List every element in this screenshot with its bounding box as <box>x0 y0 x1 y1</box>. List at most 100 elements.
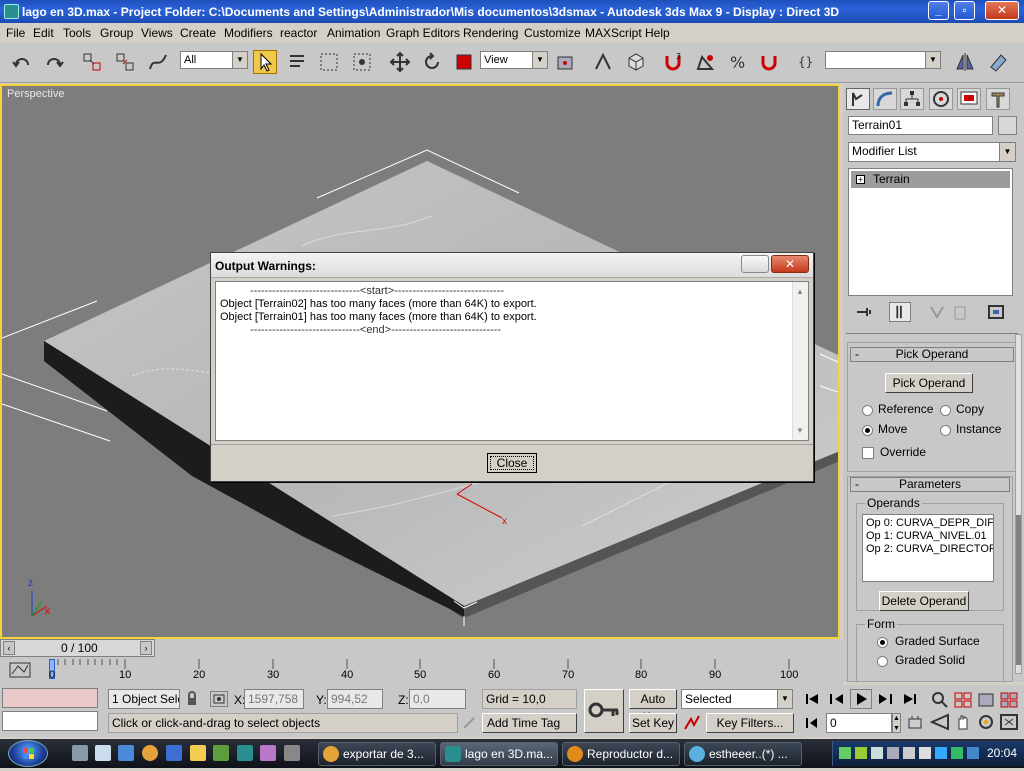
menu-customize[interactable]: Customize <box>524 26 581 40</box>
key-mode-toggle[interactable] <box>804 715 820 731</box>
stack-item-terrain[interactable]: + Terrain <box>851 171 1010 188</box>
tray-icon[interactable] <box>839 747 851 759</box>
next-frame-icon[interactable]: › <box>140 641 152 655</box>
expand-icon[interactable]: + <box>856 175 865 184</box>
open-mini-curve-editor-button[interactable] <box>8 661 34 679</box>
tray-icon[interactable] <box>951 747 963 759</box>
dialog-close-button[interactable]: Close <box>487 453 537 473</box>
radio-graded-surface[interactable] <box>877 637 888 648</box>
default-tangents-button[interactable] <box>682 713 702 733</box>
scrollbar-thumb[interactable] <box>1016 515 1021 665</box>
command-panel-scrollbar[interactable] <box>1015 334 1022 674</box>
quicklaunch-icon[interactable] <box>72 745 88 761</box>
menu-help[interactable]: Help <box>645 26 670 40</box>
select-and-link-button[interactable] <box>80 50 104 74</box>
add-time-tag-button[interactable]: Add Time Tag <box>482 713 577 733</box>
quicklaunch-icon[interactable] <box>166 745 182 761</box>
show-end-result-button[interactable] <box>889 302 911 322</box>
y-coord-field[interactable]: 994,52 <box>327 689 383 709</box>
play-button[interactable] <box>850 689 872 709</box>
track-bar[interactable]: 0 10 20 30 40 50 60 70 80 90 100 <box>0 657 843 685</box>
app-icon[interactable] <box>4 4 19 19</box>
selection-filter-dropdown[interactable]: All ▼ <box>180 51 248 69</box>
tray-icon[interactable] <box>967 747 979 759</box>
z-coord-field[interactable]: 0,0 <box>409 689 466 709</box>
dialog-title-bar[interactable]: Output Warnings: ✕ <box>211 253 813 278</box>
operands-list[interactable]: Op 0: CURVA_DEPR_DIF Op 1: CURVA_NIVEL.0… <box>862 514 994 582</box>
spinner-snap-button[interactable] <box>757 50 781 74</box>
delete-operand-button[interactable]: Delete Operand <box>879 591 969 611</box>
maxscript-input[interactable] <box>2 711 98 731</box>
pick-operand-button[interactable]: Pick Operand <box>885 373 973 393</box>
parameters-header[interactable]: - Parameters <box>850 477 1010 492</box>
pick-operand-header[interactable]: - Pick Operand <box>850 347 1014 362</box>
menu-maxscript[interactable]: MAXScript <box>585 26 642 40</box>
menu-animation[interactable]: Animation <box>327 26 380 40</box>
menu-rendering[interactable]: Rendering <box>463 26 518 40</box>
tray-icon[interactable] <box>871 747 883 759</box>
x-coord-field[interactable]: 1597,758 <box>244 689 304 709</box>
quicklaunch-icon[interactable] <box>95 745 111 761</box>
unlink-selection-button[interactable] <box>113 50 137 74</box>
list-item[interactable]: Op 0: CURVA_DEPR_DIF <box>866 517 993 530</box>
quicklaunch-icon[interactable] <box>260 745 276 761</box>
auto-key-button[interactable]: Auto Key <box>629 689 677 724</box>
scroll-down-icon[interactable]: ▼ <box>796 424 804 437</box>
zoom-extents-button[interactable] <box>976 691 996 709</box>
maxscript-listener-mini[interactable] <box>2 688 98 708</box>
radio-copy[interactable] <box>940 405 951 416</box>
selection-lock-button[interactable] <box>184 691 200 707</box>
reference-coord-dropdown[interactable]: View ▼ <box>480 51 548 69</box>
menu-modifiers[interactable]: Modifiers <box>224 26 273 40</box>
remove-modifier-button[interactable] <box>949 302 971 322</box>
prev-frame-icon[interactable]: ‹ <box>3 641 15 655</box>
dialog-close-icon[interactable]: ✕ <box>771 255 809 273</box>
timeline-ruler[interactable]: 0 10 20 30 40 50 60 70 80 90 100 <box>44 659 804 683</box>
zoom-button[interactable] <box>930 691 950 709</box>
frame-spinner[interactable]: ▲ ▼ <box>892 713 901 733</box>
field-of-view-button[interactable] <box>929 713 950 731</box>
taskbar-item-firefox[interactable]: exportar de 3... <box>318 742 436 766</box>
3dsmax-icon[interactable] <box>237 745 253 761</box>
radio-instance[interactable] <box>940 425 951 436</box>
arc-rotate-button[interactable] <box>976 713 996 731</box>
set-key-mode-button[interactable] <box>584 689 624 733</box>
maximize-viewport-button[interactable] <box>999 713 1019 731</box>
modify-tab[interactable] <box>873 88 897 110</box>
radio-reference[interactable] <box>862 405 873 416</box>
menu-file[interactable]: File <box>6 26 25 40</box>
minimize-button[interactable]: _ <box>928 1 949 20</box>
window-crossing-button[interactable] <box>350 50 374 74</box>
list-item[interactable]: Op 2: CURVA_DIRECTOF <box>866 543 993 556</box>
keyboard-shortcut-button[interactable] <box>624 50 648 74</box>
time-configuration-button[interactable] <box>907 715 923 731</box>
pin-stack-button[interactable] <box>853 302 875 322</box>
object-color-swatch[interactable] <box>998 116 1017 135</box>
radio-move[interactable] <box>862 425 873 436</box>
undo-button[interactable] <box>10 50 34 74</box>
configure-modifier-sets-button[interactable] <box>985 302 1007 322</box>
key-set-dropdown[interactable]: Selected ▼ <box>681 689 793 709</box>
absolute-mode-toggle[interactable] <box>210 691 228 707</box>
start-button[interactable] <box>8 740 48 767</box>
menu-graph-editors[interactable]: Graph Editors <box>386 26 460 40</box>
tray-icon[interactable] <box>855 747 867 759</box>
tray-icon[interactable] <box>887 747 899 759</box>
create-tab[interactable] <box>846 88 870 110</box>
bind-space-warp-button[interactable] <box>146 50 170 74</box>
motion-tab[interactable] <box>929 88 953 110</box>
radio-graded-solid[interactable] <box>877 656 888 667</box>
pivot-center-button[interactable] <box>553 50 577 74</box>
volume-icon[interactable] <box>919 747 931 759</box>
key-filters-button[interactable]: Key Filters... <box>706 713 794 733</box>
override-checkbox[interactable] <box>862 447 874 459</box>
menu-create[interactable]: Create <box>180 26 216 40</box>
percent-snap-button[interactable]: % <box>725 50 749 74</box>
display-tab[interactable] <box>957 88 981 110</box>
menu-edit[interactable]: Edit <box>33 26 54 40</box>
list-item[interactable]: Op 1: CURVA_NIVEL.01 <box>866 530 990 543</box>
pan-button[interactable] <box>953 713 973 731</box>
previous-frame-button[interactable] <box>826 691 848 707</box>
hierarchy-tab[interactable] <box>900 88 924 110</box>
tray-icon[interactable] <box>935 747 947 759</box>
